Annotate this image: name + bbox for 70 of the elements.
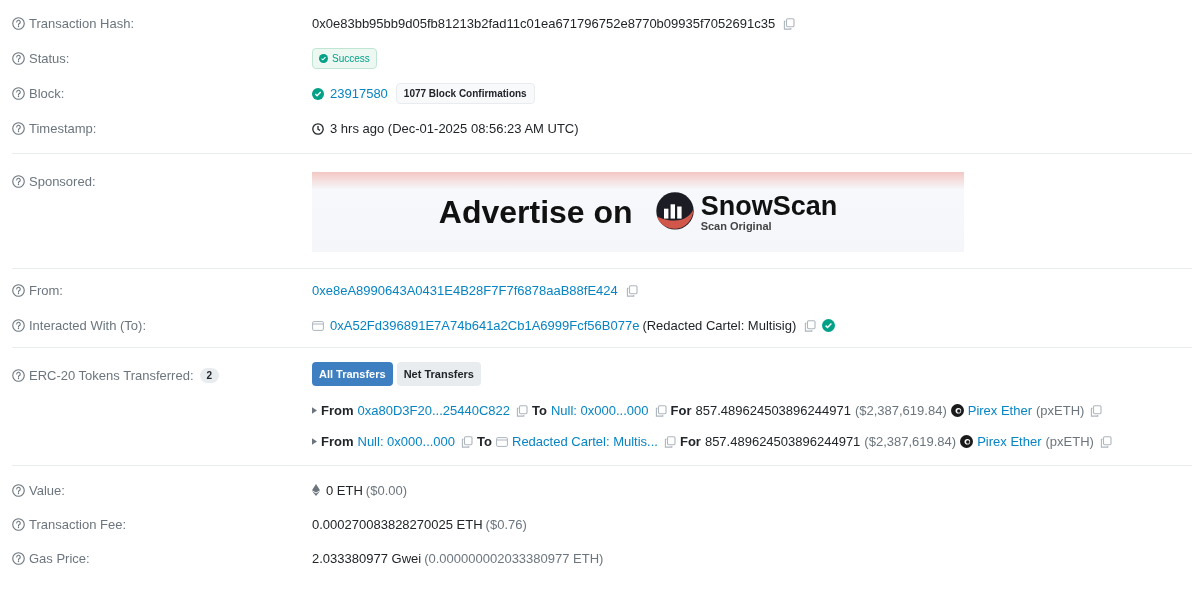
- field-label: Block:: [29, 86, 65, 101]
- for-label: For: [670, 403, 692, 418]
- caret-icon[interactable]: [312, 407, 317, 414]
- field-label: From:: [29, 283, 63, 298]
- ad-brand: SnowScan: [700, 192, 838, 220]
- usd-value: ($2,387,619.84): [864, 434, 957, 449]
- help-icon[interactable]: [12, 284, 25, 297]
- field-label: Interacted With (To):: [29, 318, 147, 333]
- contract-name: (Redacted Cartel: Multisig): [642, 318, 797, 333]
- ad-headline: Advertise on: [438, 193, 633, 231]
- token-link[interactable]: Pirex Ether: [977, 434, 1042, 449]
- address-link[interactable]: 0xe8eA8990643A0431E4B28F7F7f6878aaB88fE424: [312, 283, 618, 298]
- from-link[interactable]: 0xa80D3F20...25440C822: [357, 403, 510, 418]
- from-label: From: [321, 403, 354, 418]
- value-text: 0.000270083828270025 ETH: [312, 516, 483, 532]
- secondary-value: (0.000000002033380977 ETH): [424, 550, 604, 566]
- status-badge: Success: [312, 48, 377, 69]
- for-label: For: [679, 434, 701, 449]
- help-icon[interactable]: [12, 517, 25, 531]
- ad-banner[interactable]: Advertise on SnowScan Scan Original: [312, 172, 964, 252]
- help-icon[interactable]: [12, 175, 25, 188]
- check-icon: [312, 87, 324, 100]
- secondary-value: ($0.00): [365, 482, 408, 498]
- help-icon[interactable]: [12, 17, 25, 30]
- ad-tagline: Scan Original: [700, 219, 773, 232]
- clock-icon: [312, 122, 324, 135]
- help-icon[interactable]: [12, 52, 25, 65]
- confirmations-badge: 1077 Block Confirmations: [395, 83, 535, 104]
- value-text: 2.033380977 Gwei: [312, 550, 422, 566]
- token-amount: 857.489624503896244971: [695, 403, 851, 418]
- transaction-hash: 0x0e83bb95bb9d05fb81213b2fad11c01ea671796752e8770b09935f7052691c35: [312, 16, 776, 31]
- value-text: 0 ETH: [326, 482, 363, 498]
- field-label: Transaction Hash:: [29, 16, 134, 31]
- transfer-tab[interactable]: All Transfers: [312, 362, 393, 386]
- transfer-tab[interactable]: Net Transfers: [396, 362, 481, 386]
- to-link[interactable]: Null: 0x000...000: [550, 403, 649, 418]
- from-link[interactable]: Null: 0x000...000: [357, 434, 456, 449]
- field-label: Timestamp:: [29, 121, 97, 136]
- field-label: Gas Price:: [29, 550, 90, 566]
- field-label: Status:: [29, 51, 70, 66]
- count-badge: 2: [199, 368, 220, 383]
- token-link[interactable]: Pirex Ether: [967, 403, 1033, 418]
- to-label: To: [532, 403, 547, 418]
- field-label: Transaction Fee:: [29, 516, 127, 532]
- help-icon[interactable]: [12, 369, 25, 382]
- address-link[interactable]: 0xA52Fd396891E7A74b641a2Cb1A6999Fcf56B077e: [330, 318, 640, 333]
- contract-icon: [312, 320, 324, 331]
- token-amount: 857.489624503896244971: [704, 434, 861, 449]
- help-icon[interactable]: [12, 319, 25, 332]
- block-link[interactable]: 23917580: [330, 86, 388, 101]
- token-icon: [950, 404, 964, 417]
- caret-icon[interactable]: [312, 438, 317, 445]
- field-label: ERC-20 Tokens Transferred:: [29, 368, 194, 383]
- token-symbol: (pxETH): [1045, 434, 1094, 449]
- help-icon[interactable]: [12, 87, 25, 100]
- field-label: Sponsored:: [29, 174, 96, 189]
- help-icon[interactable]: [12, 122, 25, 135]
- usd-value: ($2,387,619.84): [854, 403, 947, 418]
- contract-icon: [496, 436, 508, 447]
- help-icon[interactable]: [12, 551, 25, 565]
- ethereum-icon: [312, 484, 320, 496]
- timestamp: 3 hrs ago (Dec-01-2025 08:56:23 AM UTC): [330, 121, 579, 136]
- to-link[interactable]: Redacted Cartel: Multis...: [512, 434, 658, 449]
- help-icon[interactable]: [12, 483, 25, 497]
- token-symbol: (pxETH): [1036, 403, 1085, 418]
- field-label: Value:: [29, 482, 65, 498]
- secondary-value: ($0.76): [485, 516, 527, 532]
- from-label: From: [321, 434, 354, 449]
- token-icon: [960, 435, 974, 448]
- to-label: To: [477, 434, 492, 449]
